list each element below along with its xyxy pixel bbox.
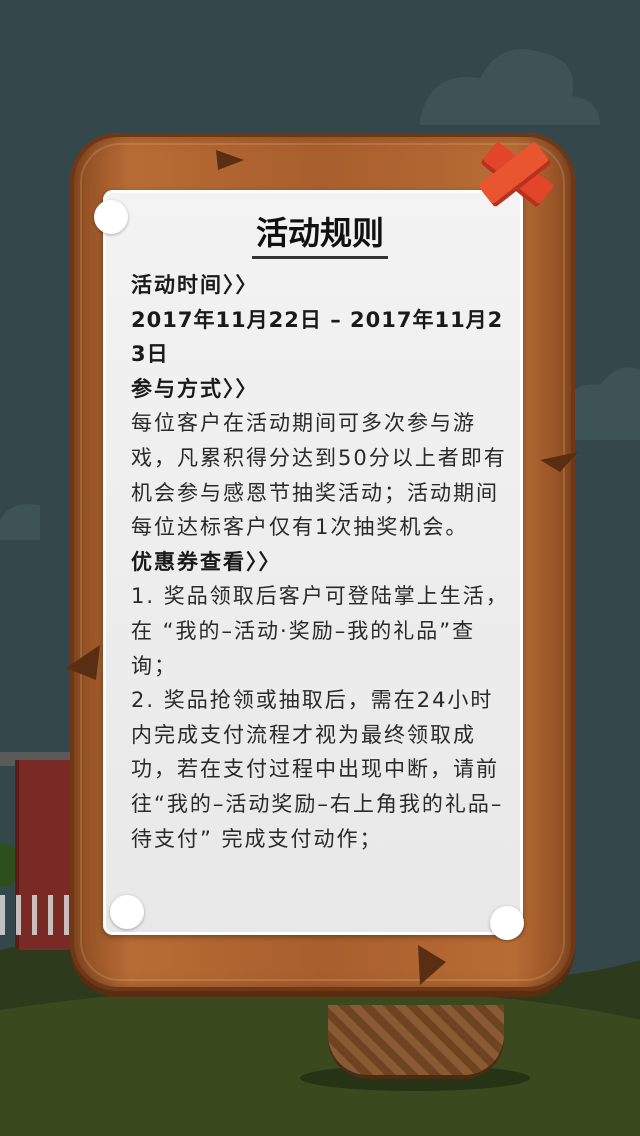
fence <box>0 895 70 935</box>
close-button[interactable] <box>468 128 564 224</box>
time-heading: 活动时间〉〉 <box>131 273 259 297</box>
balloon-basket <box>328 1005 504 1075</box>
coupon-item-2: 2. 奖品抢领或抽取后，需在24小时内完成支付流程才视为最终领取成功，若在支付过… <box>131 688 504 851</box>
method-text: 每位客户在活动期间可多次参与游戏，凡累积得分达到50分以上者即有机会参与感恩节抽… <box>131 411 507 540</box>
rules-content: 活动时间〉〉 2017年11月22日 – 2017年11月23日 参与方式〉〉 … <box>131 268 513 856</box>
hill-front <box>0 987 640 1136</box>
paper-curl <box>110 895 144 929</box>
time-value: 2017年11月22日 – 2017年11月23日 <box>131 307 504 367</box>
coupon-item-1: 1. 奖品领取后客户可登陆掌上生活，在 “我的–活动·奖励–我的礼品”查询； <box>131 584 509 678</box>
coupon-heading: 优惠券查看〉〉 <box>131 549 282 574</box>
paper-curl <box>490 906 524 940</box>
dialog-title-text: 活动规则 <box>251 208 388 259</box>
method-heading: 参与方式〉〉 <box>131 376 259 401</box>
close-x-icon <box>478 142 554 207</box>
